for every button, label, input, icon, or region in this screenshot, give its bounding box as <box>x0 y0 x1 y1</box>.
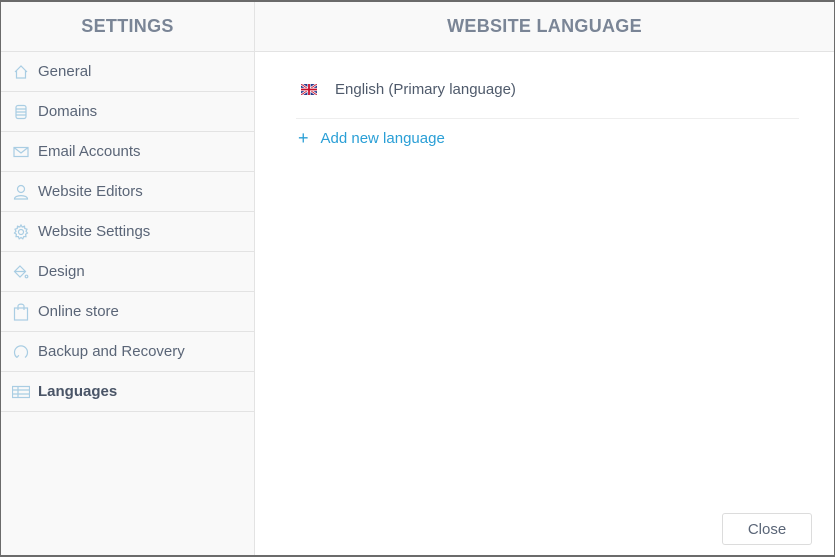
database-icon <box>12 103 30 121</box>
sidebar-item-website-settings[interactable]: Website Settings <box>1 212 254 252</box>
shopping-bag-icon <box>12 303 30 321</box>
sidebar-title: SETTINGS <box>1 2 254 52</box>
uk-flag-icon <box>301 83 317 95</box>
sidebar-item-label: Domains <box>38 103 98 120</box>
sidebar-item-label: Backup and Recovery <box>38 343 185 360</box>
paint-bucket-icon <box>12 263 30 281</box>
languages-icon <box>12 383 30 401</box>
close-button[interactable]: Close <box>722 513 812 545</box>
gear-icon <box>12 223 30 241</box>
sidebar-item-email-accounts[interactable]: Email Accounts <box>1 132 254 172</box>
sidebar-item-label: Online store <box>38 303 119 320</box>
add-new-language-label: Add new language <box>320 129 445 147</box>
main-panel: WEBSITE LANGUAGE English (Primary langua… <box>255 2 834 555</box>
sidebar-item-label: Website Editors <box>38 183 143 200</box>
sidebar-item-backup-and-recovery[interactable]: Backup and Recovery <box>1 332 254 372</box>
sidebar-item-label: Website Settings <box>38 223 151 240</box>
sidebar-item-label: Design <box>38 263 85 280</box>
sidebar-item-label: Email Accounts <box>38 143 141 160</box>
page-title: WEBSITE LANGUAGE <box>255 2 834 52</box>
language-name: English (Primary language) <box>335 80 516 98</box>
sidebar-item-languages[interactable]: Languages <box>1 372 254 412</box>
sidebar-item-online-store[interactable]: Online store <box>1 292 254 332</box>
sidebar-item-domains[interactable]: Domains <box>1 92 254 132</box>
language-row[interactable]: English (Primary language) <box>296 60 799 119</box>
sidebar-item-label: General <box>38 63 92 80</box>
refresh-icon <box>12 343 30 361</box>
envelope-icon <box>12 143 30 161</box>
add-new-language-link[interactable]: + Add new language <box>298 129 445 147</box>
sidebar-item-label: Languages <box>38 383 118 400</box>
plus-icon: + <box>298 128 309 148</box>
sidebar: SETTINGS General Domains Email Accounts … <box>1 2 255 555</box>
sidebar-item-design[interactable]: Design <box>1 252 254 292</box>
user-icon <box>12 183 30 201</box>
home-icon <box>12 63 30 81</box>
settings-dialog: SETTINGS General Domains Email Accounts … <box>0 0 835 557</box>
sidebar-item-website-editors[interactable]: Website Editors <box>1 172 254 212</box>
sidebar-item-general[interactable]: General <box>1 52 254 92</box>
